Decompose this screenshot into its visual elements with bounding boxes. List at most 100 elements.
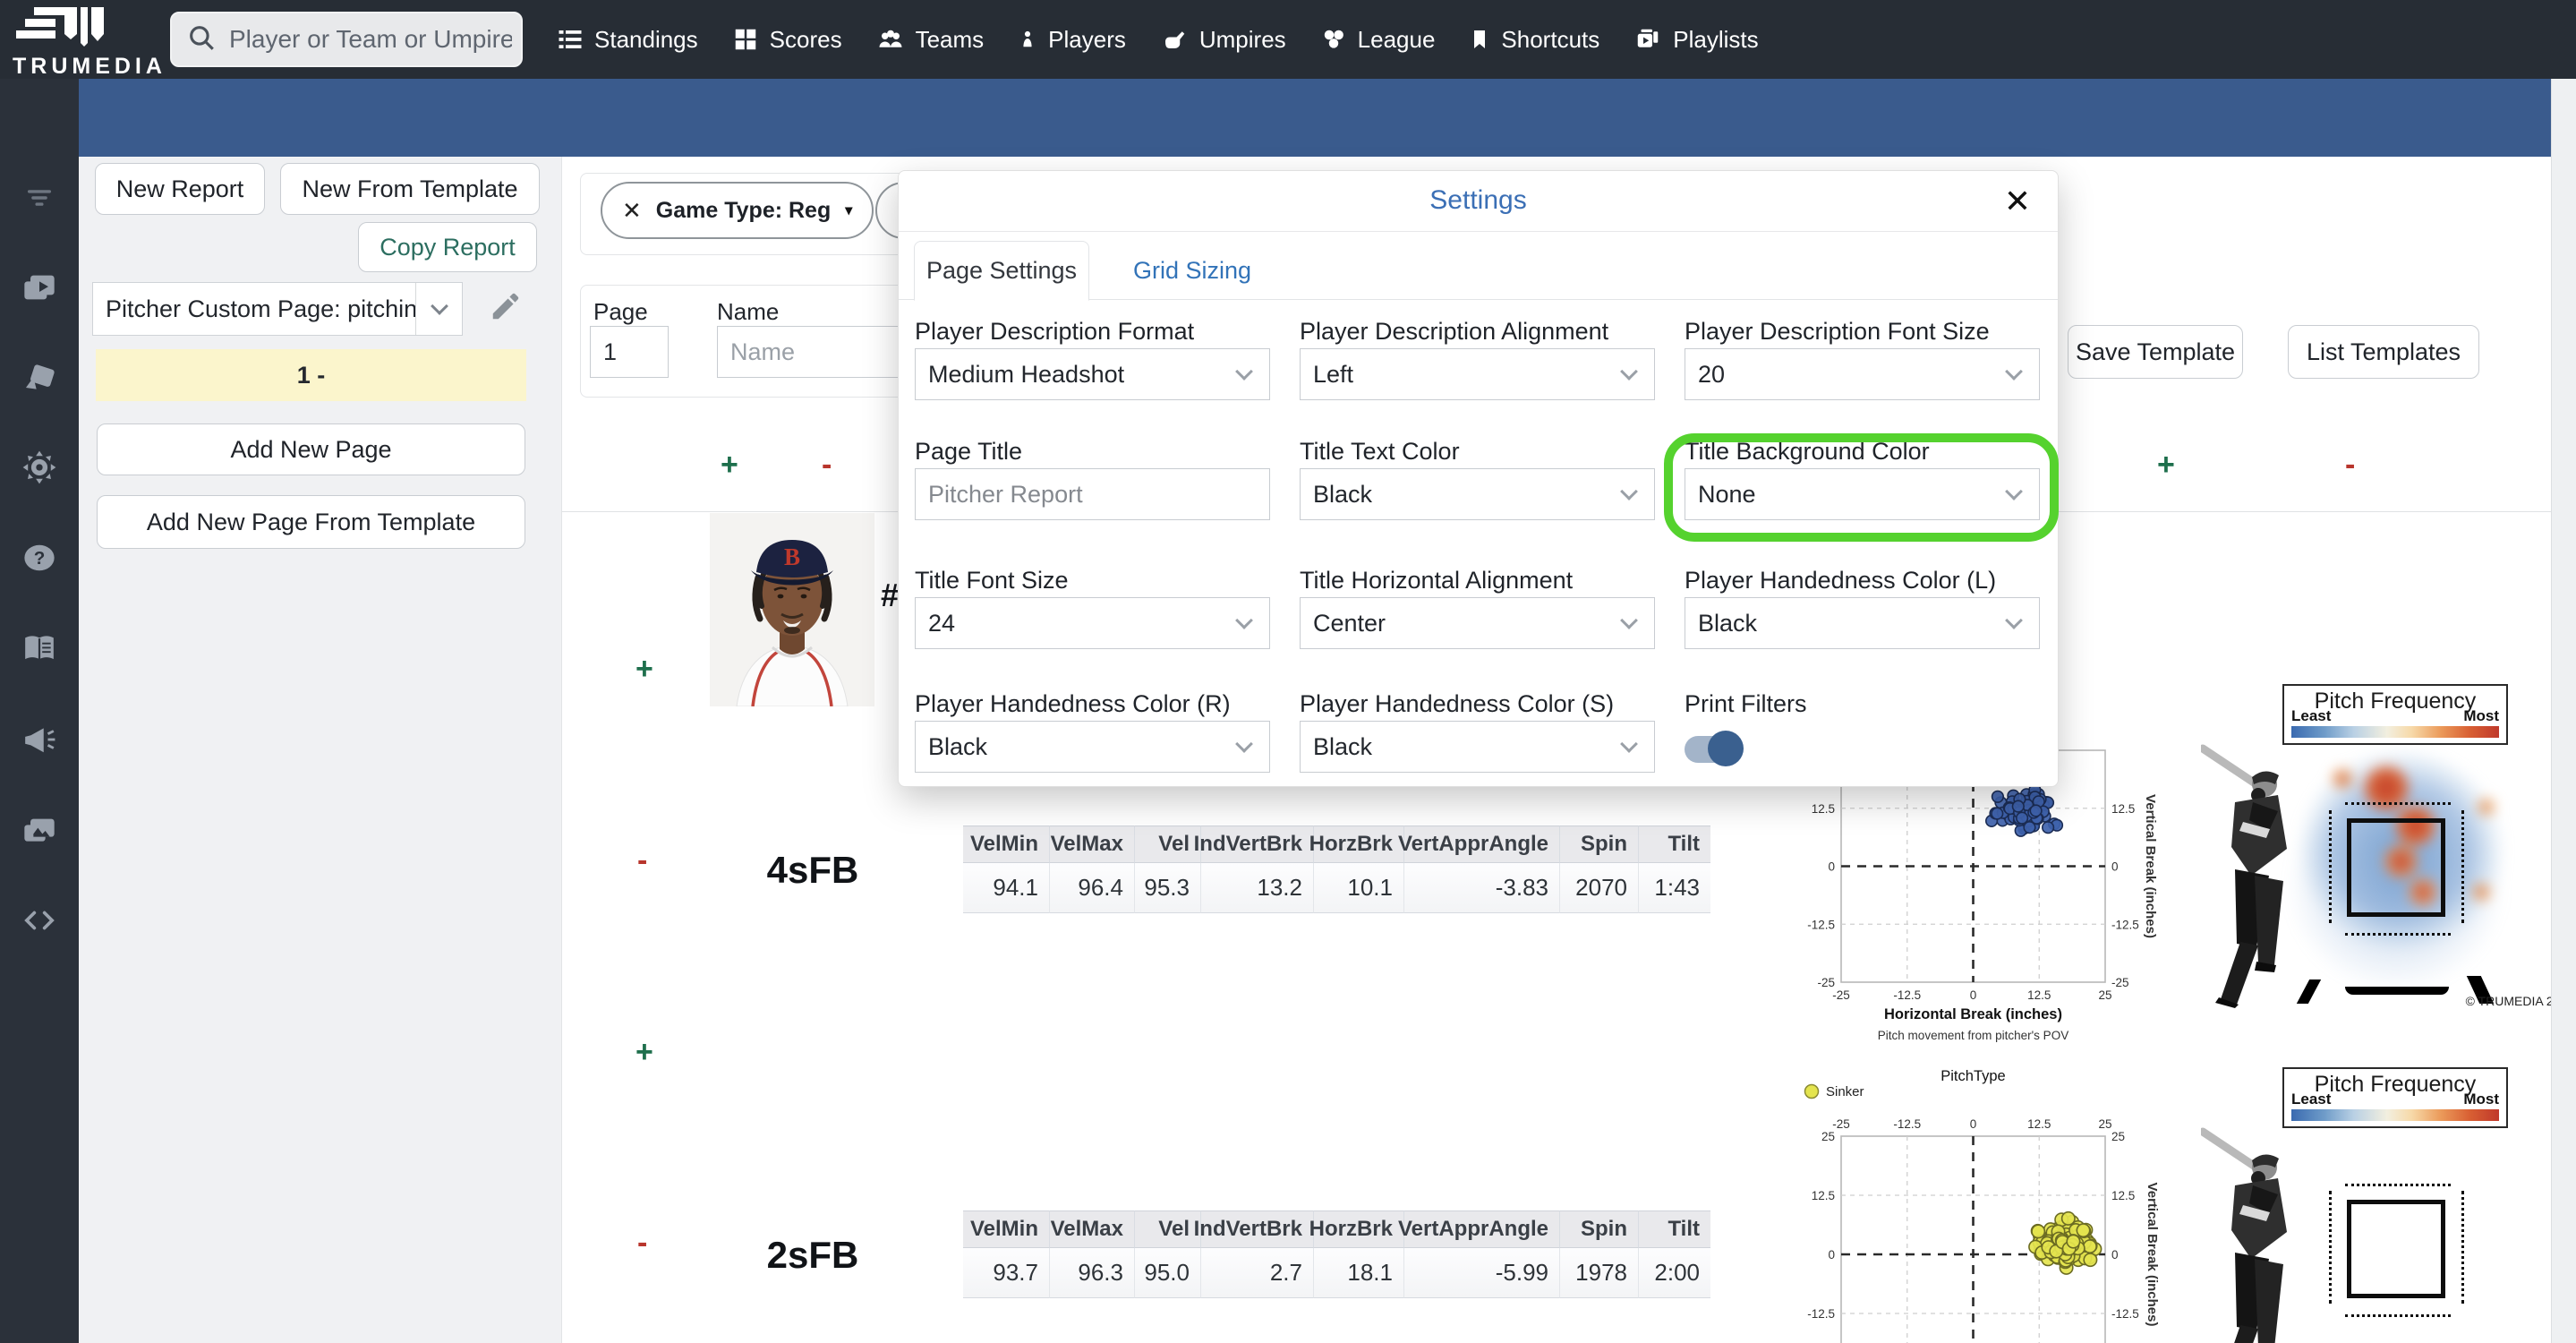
modal-form-row: Player Handedness Color (R) Black Player H… xyxy=(915,690,2043,773)
edit-pencil-icon[interactable] xyxy=(489,289,523,328)
title-font-size-value: 24 xyxy=(928,609,956,637)
code-icon[interactable] xyxy=(0,892,79,949)
svg-text:-12.5: -12.5 xyxy=(1807,918,1835,931)
copy-report-button[interactable]: Copy Report xyxy=(358,222,537,272)
nav-item-label: Shortcuts xyxy=(1501,25,1600,53)
cards-icon[interactable] xyxy=(0,350,79,407)
page-title-input[interactable]: Pitcher Report xyxy=(915,468,1270,520)
nav-item-playlists[interactable]: Playlists xyxy=(1633,25,1759,54)
stat-value: 1:43 xyxy=(1638,863,1710,913)
trumedia-logo-icon[interactable]: TRUMEDIA xyxy=(9,4,162,79)
game-type-filter-label: Game Type: Reg xyxy=(655,197,832,223)
settings-modal: Settings ✕ Page Settings Grid Sizing Pla… xyxy=(898,170,2059,787)
search-input[interactable] xyxy=(227,24,514,55)
title-horizontal-alignment-select[interactable]: Center xyxy=(1300,597,1655,649)
player-description-alignment-label: Player Description Alignment xyxy=(1300,318,1609,345)
svg-text:?: ? xyxy=(34,548,46,569)
svg-text:0: 0 xyxy=(1828,1248,1835,1262)
tab-page-settings[interactable]: Page Settings xyxy=(914,241,1089,301)
global-search[interactable] xyxy=(170,12,523,67)
svg-text:Sinker: Sinker xyxy=(1826,1084,1864,1099)
page-row-1[interactable]: 1 - xyxy=(96,349,526,401)
svg-text:12.5: 12.5 xyxy=(1812,1189,1835,1202)
field-title-horizontal-alignment: Title Horizontal Alignment Center xyxy=(1300,567,1655,649)
pitch-type-scatter-chart: -25 -12.5 0 12.5 252512.50-12.52512.50-12.5 V… xyxy=(1804,1068,2160,1343)
add-new-page-from-template-button[interactable]: Add New Page From Template xyxy=(97,495,525,549)
stat-header-indvertbrk: IndVertBrk xyxy=(1194,825,1313,863)
pitch-frequency-heatmap: Pitch Frequency Least Most xyxy=(2197,672,2576,1025)
player-headshot: B xyxy=(710,513,874,773)
field-title-background-color: Title Background Color None xyxy=(1685,438,2040,520)
pitch-stats-table: VelMin VelMax Vel IndVertBrk HorzBrk VertAppr… xyxy=(963,825,1710,913)
megaphone-icon[interactable] xyxy=(0,711,79,768)
nav-item-teams[interactable]: Teams xyxy=(876,26,984,54)
close-icon[interactable]: ✕ xyxy=(2004,185,2031,218)
players-icon xyxy=(1018,26,1037,53)
field-print-filters: Print Filters xyxy=(1685,690,2040,773)
svg-text:0: 0 xyxy=(1970,1117,1977,1131)
svg-text:25: 25 xyxy=(2098,1117,2111,1131)
chevron-down-icon xyxy=(1219,598,1269,648)
scrollbar[interactable] xyxy=(2551,79,2576,1343)
title-font-size-select[interactable]: 24 xyxy=(915,597,1270,649)
shadow-zone-line xyxy=(2461,1191,2464,1304)
player-handedness-color-r-select[interactable]: Black xyxy=(915,721,1270,773)
svg-text:-25: -25 xyxy=(1832,988,1850,1002)
filter-icon[interactable] xyxy=(0,169,79,227)
nav-item-scores[interactable]: Scores xyxy=(732,26,842,54)
nav-item-players[interactable]: Players xyxy=(1018,26,1126,54)
book-icon[interactable] xyxy=(0,620,79,678)
nav-item-league[interactable]: League xyxy=(1320,26,1435,54)
player-handedness-color-l-value: Black xyxy=(1698,609,1758,637)
grid-remove-column-button[interactable]: - xyxy=(822,449,832,480)
svg-text:Vertical Break (inches): Vertical Break (inches) xyxy=(2145,1183,2160,1327)
shadow-zone-line xyxy=(2329,1191,2332,1304)
chevron-down-icon xyxy=(1604,469,1654,519)
top-nav: TRUMEDIA Standings Scores Teams Players Umpi… xyxy=(0,0,2576,79)
grid-add-column-button[interactable]: + xyxy=(721,449,738,480)
grid-remove-row-button[interactable]: - xyxy=(637,845,647,876)
nav-item-standings[interactable]: Standings xyxy=(557,26,698,54)
remove-filter-icon[interactable]: ✕ xyxy=(622,197,642,225)
page-number-input[interactable] xyxy=(590,326,669,378)
tab-grid-sizing[interactable]: Grid Sizing xyxy=(1112,241,1273,300)
grid-add-row-button[interactable]: + xyxy=(635,1037,653,1067)
player-handedness-color-s-select[interactable]: Black xyxy=(1300,721,1655,773)
modal-form-row: Title Font Size 24 Title Horizontal Alignm… xyxy=(915,567,2043,649)
title-background-color-select[interactable]: None xyxy=(1685,468,2040,520)
print-filters-toggle[interactable] xyxy=(1685,730,1744,767)
nav-item-shortcuts[interactable]: Shortcuts xyxy=(1469,26,1599,54)
player-handedness-color-l-select[interactable]: Black xyxy=(1685,597,2040,649)
title-text-color-select[interactable]: Black xyxy=(1300,468,1655,520)
chevron-down-icon xyxy=(1604,722,1654,772)
save-template-button[interactable]: Save Template xyxy=(2068,325,2243,379)
page-template-dropdown[interactable]: Pitcher Custom Page: pitching -... xyxy=(92,282,463,336)
stat-header-indvertbrk: IndVertBrk xyxy=(1194,1210,1313,1248)
top-nav-items: Standings Scores Teams Players Umpires League… xyxy=(557,0,1759,79)
add-new-page-button[interactable]: Add New Page xyxy=(97,423,525,475)
game-type-filter-pill[interactable]: ✕ Game Type: Reg ▾ xyxy=(601,182,874,239)
player-description-format-select[interactable]: Medium Headshot xyxy=(915,348,1270,400)
field-player-handedness-color-r: Player Handedness Color (R) Black xyxy=(915,690,1270,773)
grid-remove-column-button[interactable]: - xyxy=(2345,449,2355,480)
nav-item-umpires[interactable]: Umpires xyxy=(1160,26,1286,54)
nav-item-label: Playlists xyxy=(1673,25,1759,53)
list-templates-button[interactable]: List Templates xyxy=(2288,325,2479,379)
player-description-font-size-select[interactable]: 20 xyxy=(1685,348,2040,400)
playlist-icon[interactable] xyxy=(0,259,79,316)
stat-value: 95.3 xyxy=(1134,863,1200,913)
svg-text:0: 0 xyxy=(2111,860,2119,874)
gear-icon[interactable] xyxy=(0,439,79,496)
svg-text:-12.5: -12.5 xyxy=(2111,918,2139,931)
title-horizontal-alignment-value: Center xyxy=(1313,609,1386,637)
grid-add-column-button[interactable]: + xyxy=(2157,449,2175,480)
stat-header-velmax: VelMax xyxy=(1049,825,1134,863)
grid-remove-row-button[interactable]: - xyxy=(637,1228,647,1258)
images-icon[interactable] xyxy=(0,802,79,860)
player-description-alignment-select[interactable]: Left xyxy=(1300,348,1655,400)
help-icon[interactable]: ? xyxy=(0,529,79,586)
grid-add-row-button[interactable]: + xyxy=(635,654,653,684)
player-description-font-size-label: Player Description Font Size xyxy=(1685,318,1990,345)
new-report-button[interactable]: New Report xyxy=(95,163,265,215)
new-from-template-button[interactable]: New From Template xyxy=(280,163,540,215)
